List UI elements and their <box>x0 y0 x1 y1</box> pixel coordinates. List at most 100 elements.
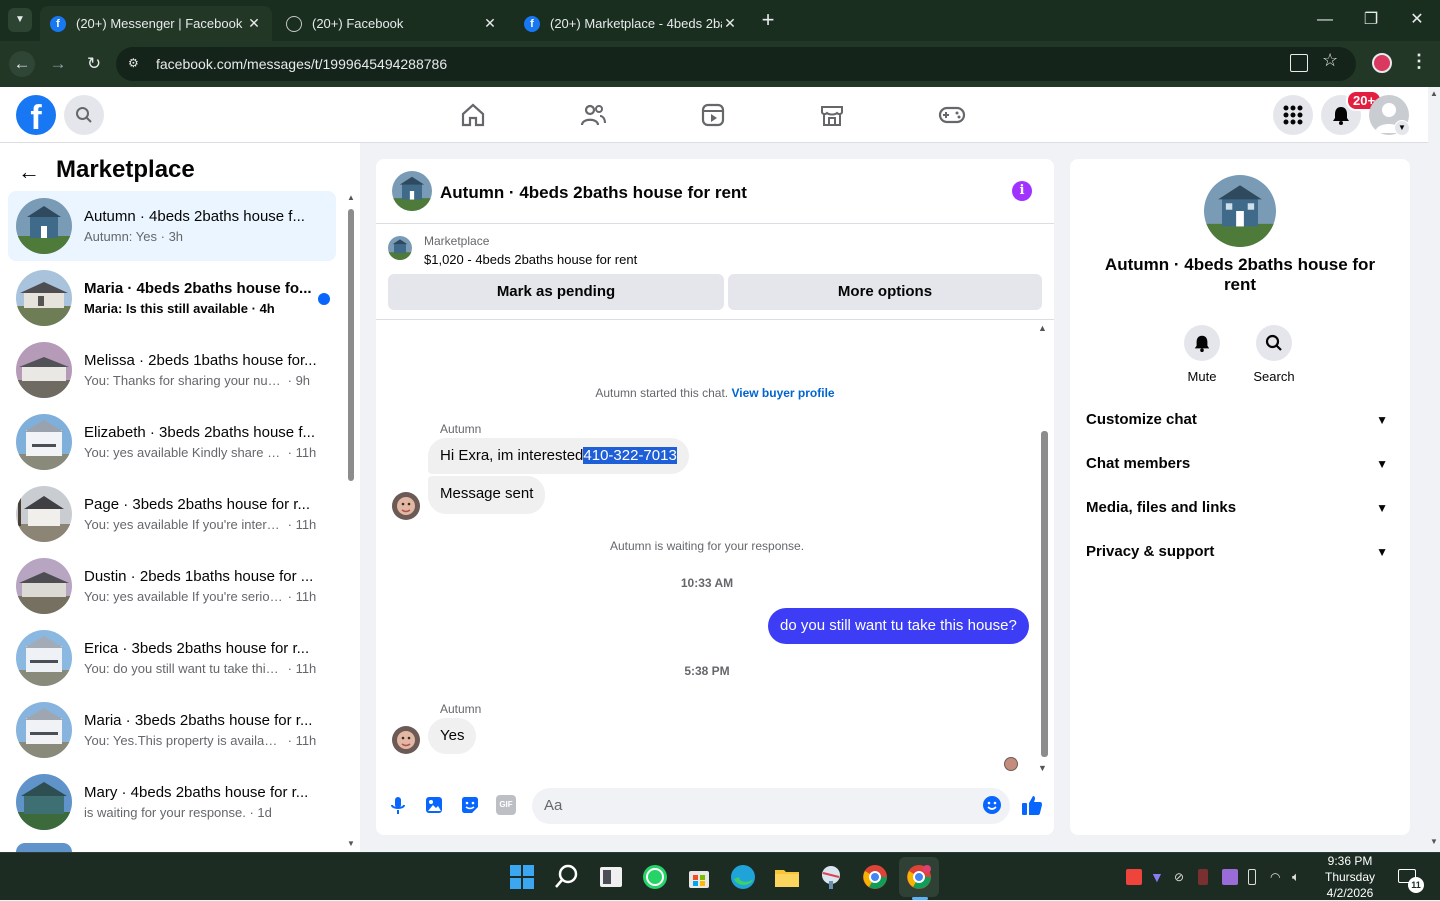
taskbar-search-icon[interactable] <box>553 863 581 891</box>
window-close-icon[interactable]: ✕ <box>1402 8 1432 32</box>
mute-button[interactable]: Mute <box>1172 325 1232 384</box>
new-tab-button[interactable]: + <box>756 6 780 34</box>
photo-icon[interactable] <box>424 795 444 815</box>
scroll-down-icon[interactable]: ▼ <box>347 839 355 848</box>
more-options-button[interactable]: More options <box>728 274 1042 310</box>
edge-icon[interactable] <box>729 863 757 891</box>
marketplace-icon[interactable] <box>818 101 846 129</box>
customize-chat-row[interactable]: Customize chat ▼ <box>1086 400 1394 440</box>
outgoing-message-bubble[interactable]: do you still want tu take this house? <box>768 608 1029 644</box>
chat-members-row[interactable]: Chat members ▼ <box>1086 444 1394 484</box>
grid-menu-icon <box>1283 105 1303 125</box>
listing-text[interactable]: $1,020 - 4beds 2baths house for rent <box>424 252 637 267</box>
friends-icon[interactable] <box>579 101 607 129</box>
conversation-item[interactable]: Maria · 4beds 2baths house fo... Maria: I… <box>8 263 336 333</box>
back-arrow-icon[interactable]: ← <box>18 159 40 185</box>
facebook-logo[interactable]: f <box>16 95 56 135</box>
conversation-avatar[interactable] <box>1204 175 1276 247</box>
site-settings-icon[interactable]: ⚙ <box>128 56 144 72</box>
gaming-icon[interactable] <box>938 101 966 129</box>
privacy-support-row[interactable]: Privacy & support ▼ <box>1086 532 1394 572</box>
close-icon[interactable]: ✕ <box>482 15 498 32</box>
sender-avatar[interactable] <box>392 726 420 754</box>
listing-banner: Marketplace $1,020 - 4beds 2baths house … <box>376 224 1054 320</box>
message-bubble[interactable]: Hi Exra, im interested410-322-7013 <box>428 438 689 474</box>
browser-menu-icon[interactable]: ⋮ <box>1410 51 1428 72</box>
page-scrollbar[interactable]: ▲ ▼ <box>1428 87 1440 852</box>
app-icon[interactable] <box>817 863 845 891</box>
conversation-item[interactable]: Page · 3beds 2baths house for r... You: y… <box>8 479 336 549</box>
chat-scroll-thumb[interactable] <box>1041 431 1048 757</box>
conversation-item[interactable]: Erica · 3beds 2baths house for r... You: … <box>8 623 336 693</box>
url-input[interactable]: ⚙ facebook.com/messages/t/19996454942887… <box>116 47 1356 81</box>
minimize-icon[interactable]: — <box>1310 8 1340 32</box>
sender-avatar[interactable] <box>392 492 420 520</box>
windows-start-icon[interactable] <box>508 863 536 891</box>
facebook-icon: f <box>524 15 540 32</box>
volume-icon[interactable]: 🔈︎ <box>1292 869 1308 885</box>
system-clock[interactable]: 9:36 PM Thursday 4/2/2026 <box>1320 853 1380 901</box>
battery-icon[interactable] <box>1248 869 1256 885</box>
message-bubble[interactable]: Message sent <box>428 476 546 514</box>
listing-thumbnail[interactable] <box>388 236 412 260</box>
vpn-icon[interactable]: ▼ <box>1150 869 1166 885</box>
gif-icon[interactable]: GIF <box>496 795 516 815</box>
chat-avatar[interactable] <box>392 171 432 211</box>
page-scroll-up-icon[interactable]: ▲ <box>1430 89 1438 98</box>
file-explorer-icon[interactable] <box>773 863 801 891</box>
install-app-icon[interactable] <box>1290 54 1308 72</box>
message-bubble[interactable]: Yes <box>428 718 477 754</box>
chrome-icon[interactable] <box>861 863 889 891</box>
restore-icon[interactable]: ❐ <box>1356 8 1386 32</box>
search-in-chat-button[interactable]: Search <box>1244 325 1304 384</box>
info-icon[interactable]: i <box>1012 181 1032 201</box>
scroll-thumb[interactable] <box>348 209 354 481</box>
conversation-item[interactable]: Autumn · 4beds 2baths house f... Autumn: … <box>8 191 336 261</box>
tab-facebook[interactable]: (20+) Facebook ✕ <box>276 6 508 41</box>
video-icon[interactable] <box>699 101 727 129</box>
back-icon[interactable]: ← <box>9 51 35 77</box>
menu-button[interactable] <box>1273 95 1313 135</box>
forward-icon[interactable]: → <box>45 51 71 77</box>
home-icon[interactable] <box>459 101 487 129</box>
tab-marketplace[interactable]: f (20+) Marketplace - 4beds 2bat ✕ <box>514 6 748 41</box>
microphone-icon[interactable] <box>388 795 408 815</box>
view-buyer-profile-link[interactable]: View buyer profile <box>731 386 834 400</box>
store-icon[interactable] <box>685 863 713 891</box>
conversation-item[interactable]: Mary · 4beds 2baths house for r... is wai… <box>8 767 336 837</box>
anydesk-icon[interactable] <box>1126 869 1142 885</box>
tab-search-button[interactable]: ▼ <box>8 8 32 32</box>
chat-title[interactable]: Autumn · 4beds 2baths house for rent <box>440 183 747 203</box>
close-icon[interactable]: ✕ <box>722 15 738 32</box>
whatsapp-icon[interactable] <box>641 863 669 891</box>
page-scroll-down-icon[interactable]: ▼ <box>1430 837 1438 846</box>
conversation-item[interactable]: Dustin · 2beds 1baths house for ... You: … <box>8 551 336 621</box>
account-chevron-icon[interactable]: ▼ <box>1394 120 1410 136</box>
profile-avatar[interactable] <box>1372 53 1392 73</box>
hidden-eye-icon[interactable]: ⊘ <box>1174 869 1190 885</box>
mark-as-pending-button[interactable]: Mark as pending <box>388 274 724 310</box>
close-icon[interactable]: ✕ <box>246 15 262 32</box>
tab-messenger[interactable]: f (20+) Messenger | Facebook ✕ <box>40 6 272 41</box>
thumbs-up-icon[interactable] <box>1020 793 1044 817</box>
chrome-profile-icon[interactable] <box>905 863 933 891</box>
media-files-links-row[interactable]: Media, files and links ▼ <box>1086 488 1394 528</box>
message-input[interactable]: Aa <box>532 788 1010 824</box>
tray-app-icon[interactable] <box>1198 869 1208 885</box>
chat-scroll-up-icon[interactable]: ▲ <box>1038 323 1047 333</box>
reload-icon[interactable]: ↻ <box>81 51 107 77</box>
search-button[interactable] <box>64 95 104 135</box>
chat-scroll-down-icon[interactable]: ▼ <box>1038 763 1047 773</box>
emoji-icon[interactable] <box>982 795 1002 815</box>
conversation-item[interactable]: Melissa · 2beds 1baths house for... You: … <box>8 335 336 405</box>
conversation-item[interactable]: Maria · 3beds 2baths house for r... You: … <box>8 695 336 765</box>
tray-folder-icon[interactable] <box>1222 869 1238 885</box>
task-view-icon[interactable] <box>597 863 625 891</box>
sidebar-scrollbar[interactable]: ▲ ▼ <box>346 193 356 853</box>
sticker-icon[interactable] <box>460 795 480 815</box>
conversation-item[interactable]: Elizabeth · 3beds 2baths house f... You: … <box>8 407 336 477</box>
conversation-preview: is waiting for your response. <box>84 805 246 820</box>
scroll-up-icon[interactable]: ▲ <box>347 193 355 202</box>
bookmark-star-icon[interactable]: ☆ <box>1322 50 1338 71</box>
wifi-icon[interactable]: ◠ <box>1270 869 1286 885</box>
